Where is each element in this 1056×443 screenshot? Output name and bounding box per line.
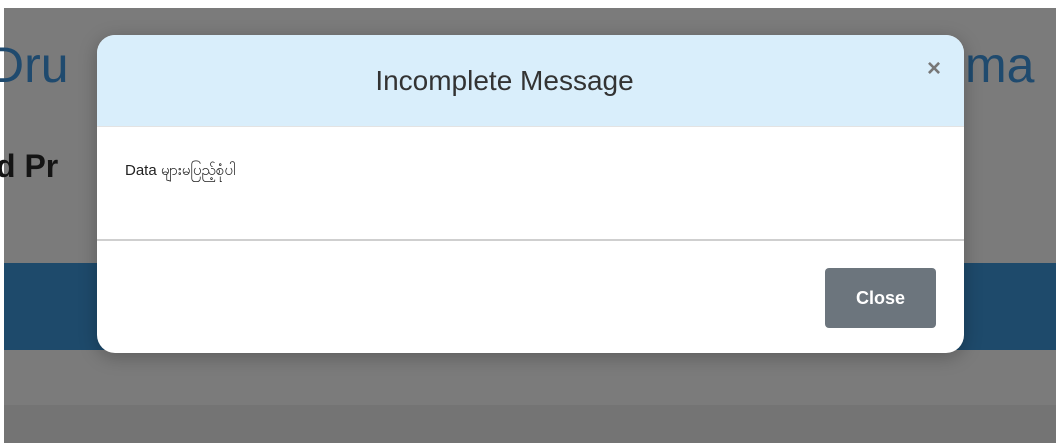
modal-message: Data များမပြည့်စုံပါ — [125, 162, 236, 179]
modal-title: Incomplete Message — [375, 65, 634, 96]
background-title-left: Dru — [0, 37, 69, 93]
close-icon[interactable]: × — [923, 55, 945, 83]
incomplete-message-dialog: Incomplete Message × Data များမပြည့်စုံပ… — [97, 35, 964, 353]
background-band — [4, 405, 1056, 443]
background-subtitle-left: d Pr — [0, 148, 59, 184]
close-button[interactable]: Close — [825, 268, 936, 328]
modal-body: Data များမပြည့်စုံပါ — [97, 127, 964, 239]
background-title-right: ma — [965, 37, 1035, 93]
modal-header: Incomplete Message × — [97, 35, 964, 127]
modal-footer: Close — [97, 241, 964, 353]
top-edge — [0, 0, 1056, 8]
